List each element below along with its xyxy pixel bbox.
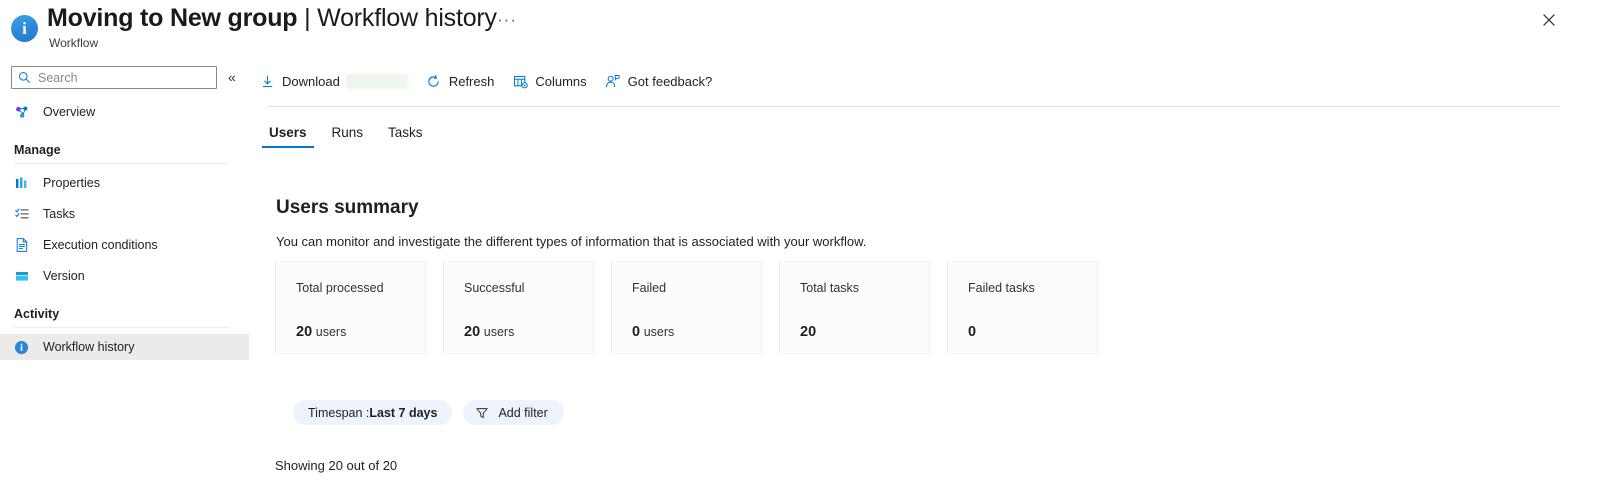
toolbar-item-label: Got feedback? bbox=[627, 73, 713, 89]
sidebar-item-label: Version bbox=[43, 269, 85, 283]
card-value: 0 users bbox=[632, 324, 674, 340]
close-icon[interactable] bbox=[1539, 10, 1559, 30]
page-title-separator: | bbox=[304, 4, 311, 32]
summary-card-total-processed: Total processed 20 users bbox=[275, 261, 426, 354]
summary-cards: Total processed 20 users Successful 20 u… bbox=[275, 261, 1115, 354]
card-label: Total tasks bbox=[800, 281, 860, 295]
summary-card-failed: Failed 0 users bbox=[611, 261, 762, 354]
sidebar-item-version[interactable]: Version bbox=[0, 263, 249, 289]
summary-card-total-tasks: Total tasks 20 bbox=[779, 261, 930, 354]
info-circle-icon bbox=[14, 339, 32, 355]
sidebar-item-overview[interactable]: Overview bbox=[0, 99, 249, 125]
funnel-icon bbox=[475, 405, 490, 420]
refresh-button[interactable]: Refresh bbox=[417, 65, 504, 97]
card-number: 20 bbox=[464, 324, 481, 340]
filter-pill-timespan[interactable]: Timespan : Last 7 days bbox=[293, 400, 453, 425]
sidebar-item-label: Overview bbox=[43, 105, 96, 119]
sidebar-item-workflow-history[interactable]: Workflow history bbox=[0, 334, 249, 360]
tab-runs[interactable]: Runs bbox=[325, 125, 371, 148]
card-number: 20 bbox=[800, 324, 817, 340]
info-circle-icon: i bbox=[11, 15, 38, 42]
toolbar-divider bbox=[268, 106, 1560, 107]
page-title-main: Moving to New group bbox=[47, 4, 298, 32]
add-filter-button[interactable]: Add filter bbox=[463, 400, 564, 425]
workflow-history-page: i Moving to New group | Workflow history… bbox=[0, 0, 1618, 504]
card-label: Total processed bbox=[296, 281, 384, 295]
download-button[interactable]: Download bbox=[250, 65, 417, 97]
document-icon bbox=[14, 237, 32, 253]
toolbar-item-label: Download bbox=[282, 73, 340, 89]
summary-card-failed-tasks: Failed tasks 0 bbox=[947, 261, 1098, 354]
tab-users[interactable]: Users bbox=[262, 125, 314, 148]
tab-strip: Users Runs Tasks bbox=[262, 118, 441, 148]
tasks-list-icon bbox=[14, 206, 32, 222]
page-title-secondary: Workflow history bbox=[317, 4, 497, 32]
section-title: Users summary bbox=[276, 197, 419, 218]
toolbar-item-label: Columns bbox=[535, 73, 587, 89]
feedback-person-icon bbox=[605, 73, 621, 89]
page-subtitle: Workflow bbox=[49, 36, 99, 50]
overview-icon bbox=[14, 104, 32, 120]
sidebar-item-label: Execution conditions bbox=[43, 238, 158, 252]
command-toolbar: Download Refresh Columns Got feedback? bbox=[250, 65, 721, 97]
card-unit: users bbox=[483, 325, 515, 339]
summary-card-successful: Successful 20 users bbox=[443, 261, 594, 354]
toolbar-item-label: Refresh bbox=[448, 73, 495, 89]
filter-bar: Timespan : Last 7 days Add filter bbox=[293, 400, 575, 425]
sidebar: « Overview Manage bbox=[0, 58, 250, 504]
got-feedback-button[interactable]: Got feedback? bbox=[596, 65, 722, 97]
version-icon bbox=[14, 268, 32, 284]
tab-tasks[interactable]: Tasks bbox=[381, 125, 430, 148]
sidebar-group-divider bbox=[14, 163, 229, 164]
card-unit: users bbox=[315, 325, 347, 339]
sidebar-group-manage: Manage bbox=[14, 143, 61, 157]
sidebar-item-label: Properties bbox=[43, 176, 100, 190]
card-value: 0 bbox=[968, 324, 976, 340]
page-header: i Moving to New group | Workflow history… bbox=[0, 0, 1618, 58]
filter-pill-value: Last 7 days bbox=[369, 405, 438, 420]
card-number: 0 bbox=[968, 324, 977, 340]
content-area: Download Refresh Columns Got feedback? U… bbox=[250, 58, 1618, 504]
more-options-button[interactable]: ··· bbox=[497, 11, 517, 33]
sidebar-item-label: Tasks bbox=[43, 207, 75, 221]
chevron-double-left-icon[interactable]: « bbox=[228, 68, 236, 86]
redacted-region bbox=[345, 73, 408, 89]
card-label: Successful bbox=[464, 281, 525, 295]
card-label: Failed bbox=[632, 281, 667, 295]
add-filter-label: Add filter bbox=[498, 405, 548, 420]
search-box[interactable] bbox=[11, 66, 217, 89]
card-number: 20 bbox=[296, 324, 313, 340]
sidebar-item-label: Workflow history bbox=[43, 340, 135, 354]
card-unit: users bbox=[643, 325, 675, 339]
sidebar-item-properties[interactable]: Properties bbox=[0, 170, 249, 196]
search-field-wrapper bbox=[11, 66, 217, 89]
search-input[interactable] bbox=[36, 69, 210, 86]
card-value: 20 users bbox=[464, 324, 514, 340]
refresh-icon bbox=[426, 73, 442, 89]
download-icon bbox=[259, 73, 275, 89]
sidebar-item-tasks[interactable]: Tasks bbox=[0, 201, 249, 227]
card-label: Failed tasks bbox=[968, 281, 1035, 295]
columns-icon bbox=[512, 73, 528, 89]
columns-button[interactable]: Columns bbox=[503, 65, 595, 97]
results-count: Showing 20 out of 20 bbox=[275, 458, 398, 473]
search-icon bbox=[18, 71, 31, 84]
section-description: You can monitor and investigate the diff… bbox=[276, 234, 867, 249]
sidebar-group-divider bbox=[14, 327, 229, 328]
sidebar-item-execution-conditions[interactable]: Execution conditions bbox=[0, 232, 249, 258]
card-number: 0 bbox=[632, 324, 641, 340]
filter-pill-prefix: Timespan : bbox=[308, 405, 370, 420]
page-title: Moving to New group | Workflow history bbox=[47, 4, 497, 33]
card-value: 20 users bbox=[296, 324, 346, 340]
sidebar-group-activity: Activity bbox=[14, 307, 60, 321]
card-value: 20 bbox=[800, 324, 816, 340]
properties-icon bbox=[14, 175, 32, 191]
